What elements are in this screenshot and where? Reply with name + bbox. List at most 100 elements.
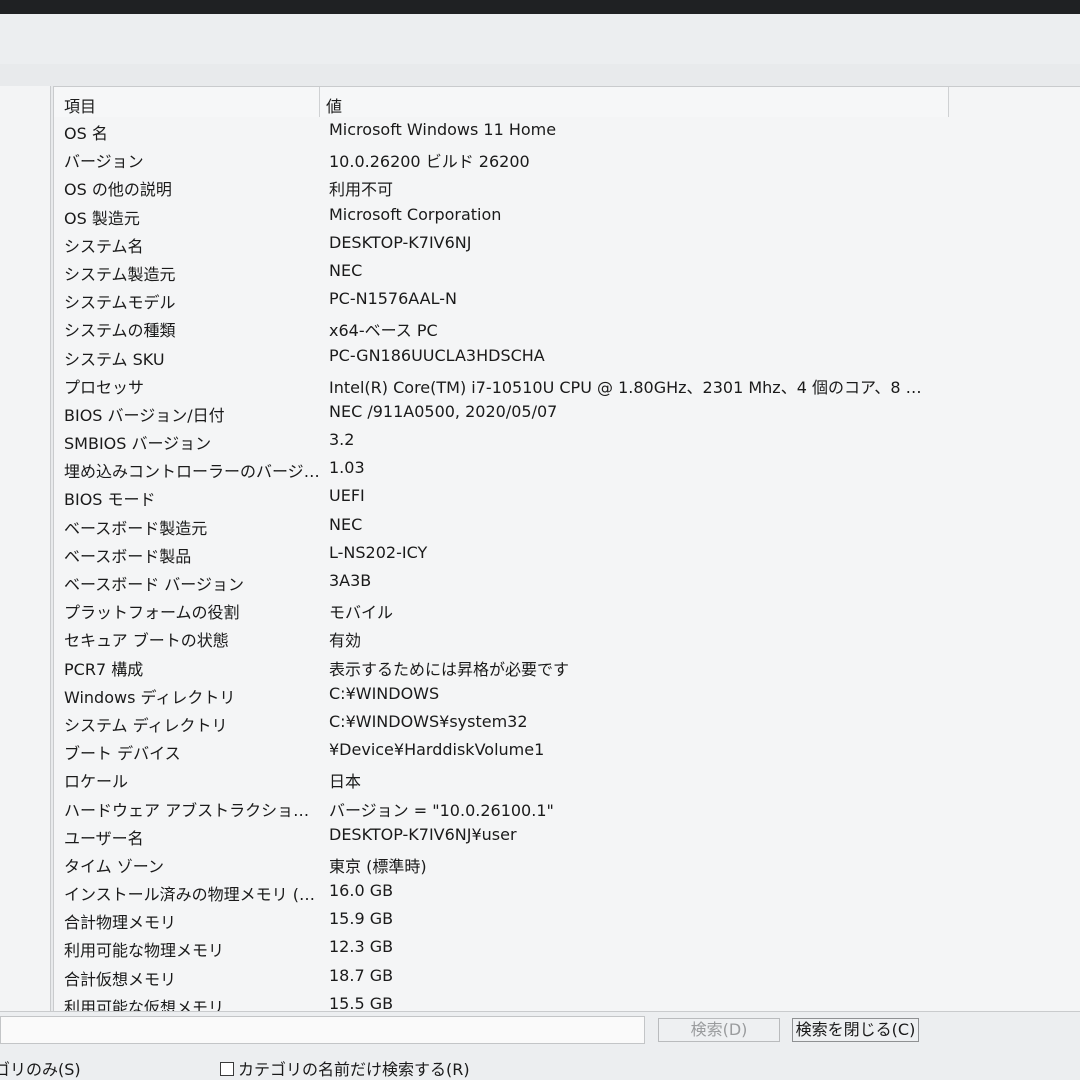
row-item-cell: 合計仮想メモリ <box>64 969 177 989</box>
row-item-cell: BIOS モード <box>64 490 156 510</box>
row-value-cell: 日本 <box>329 772 362 792</box>
column-header-row: 項目 値 <box>54 87 949 117</box>
category-names-only-option[interactable]: カテゴリの名前だけ検索する(R) <box>220 1056 470 1080</box>
close-search-button[interactable]: 検索を閉じる(C) <box>792 1018 919 1042</box>
table-row[interactable]: ユーザー名 DESKTOP-K7IV6NJ¥user <box>54 822 1054 850</box>
row-value-cell: L-NS202-ICY <box>329 542 428 562</box>
row-item-cell: システム名 <box>64 236 144 256</box>
table-row[interactable]: 合計物理メモリ 15.9 GB <box>54 906 1054 934</box>
table-row[interactable]: BIOS モード UEFI <box>54 483 1054 511</box>
table-row[interactable]: BIOS バージョン/日付 NEC /911A0500, 2020/05/07 <box>54 399 1054 427</box>
row-value-cell: モバイル <box>329 603 394 623</box>
table-row[interactable]: プラットフォームの役割 モバイル <box>54 596 1054 624</box>
row-item-cell: バージョン <box>64 152 144 172</box>
table-row[interactable]: ベースボード バージョン 3A3B <box>54 568 1054 596</box>
row-value-cell: バージョン = "10.0.26100.1" <box>329 800 554 820</box>
row-value-cell: 15.9 GB <box>329 909 394 929</box>
row-value-cell: 有効 <box>329 631 362 651</box>
row-value-cell: 表示するためには昇格が必要です <box>329 659 570 679</box>
search-bar: 検索(D) 検索を閉じる(C) ゴリのみ(S) カテゴリの名前だけ検索する(R) <box>0 1011 1080 1080</box>
table-row[interactable]: OS 名 Microsoft Windows 11 Home <box>54 117 1054 145</box>
row-value-cell: 1.03 <box>329 458 365 478</box>
row-item-cell: ユーザー名 <box>64 828 144 848</box>
row-value-cell: C:¥WINDOWS¥system32 <box>329 711 528 731</box>
row-value-cell: NEC <box>329 514 363 534</box>
row-item-cell: ロケール <box>64 772 129 792</box>
row-item-cell: システムモデル <box>64 293 176 313</box>
category-names-only-checkbox[interactable] <box>220 1062 234 1076</box>
row-value-cell: DESKTOP-K7IV6NJ <box>329 232 472 252</box>
row-item-cell: セキュア ブートの状態 <box>64 631 229 651</box>
table-row[interactable]: 埋め込みコントローラーのバージョン 1.03 <box>54 455 1054 483</box>
row-value-cell: PC-N1576AAL-N <box>329 289 457 309</box>
row-item-cell: ベースボード製造元 <box>64 518 208 538</box>
table-row[interactable]: セキュア ブートの状態 有効 <box>54 624 1054 652</box>
table-row[interactable]: システムモデル PC-N1576AAL-N <box>54 286 1054 314</box>
row-value-cell: 10.0.26200 ビルド 26200 <box>329 152 530 172</box>
row-item-cell: ブート デバイス <box>64 744 181 764</box>
table-row[interactable]: 利用可能な物理メモリ 12.3 GB <box>54 934 1054 962</box>
table-row[interactable]: バージョン 10.0.26200 ビルド 26200 <box>54 145 1054 173</box>
row-value-cell: 12.3 GB <box>329 937 394 957</box>
selected-category-only-label: ゴリのみ(S) <box>0 1060 81 1079</box>
row-item-cell: ハードウェア アブストラクション レイ... <box>64 800 322 820</box>
row-item-cell: OS の他の説明 <box>64 180 172 200</box>
system-summary-list[interactable]: 項目 値 OS 名 Microsoft Windows 11 Home バージョン 1… <box>53 86 1080 1012</box>
table-row[interactable]: システム名 DESKTOP-K7IV6NJ <box>54 230 1054 258</box>
table-body: OS 名 Microsoft Windows 11 Home バージョン 10.0.2… <box>54 117 1054 1012</box>
table-row[interactable]: システム ディレクトリ C:¥WINDOWS¥system32 <box>54 709 1054 737</box>
table-row[interactable]: OS 製造元 Microsoft Corporation <box>54 202 1054 230</box>
row-item-cell: 利用可能な物理メモリ <box>64 941 225 961</box>
table-row[interactable]: ハードウェア アブストラクション レイ... バージョン = "10.0.2610… <box>54 794 1054 822</box>
row-item-cell: プラットフォームの役割 <box>64 603 240 623</box>
table-row[interactable]: ベースボード製造元 NEC <box>54 512 1054 540</box>
table-row[interactable]: システム SKU PC-GN186UUCLA3HDSCHA <box>54 343 1054 371</box>
row-value-cell: C:¥WINDOWS <box>329 683 440 703</box>
row-item-cell: SMBIOS バージョン <box>64 434 212 454</box>
row-value-cell: 18.7 GB <box>329 965 394 985</box>
column-separator[interactable] <box>319 87 320 117</box>
search-button[interactable]: 検索(D) <box>658 1018 780 1042</box>
table-row[interactable]: ブート デバイス ¥Device¥HarddiskVolume1 <box>54 737 1054 765</box>
search-input[interactable] <box>0 1016 645 1044</box>
table-row[interactable]: システムの種類 x64-ベース PC <box>54 314 1054 342</box>
table-row[interactable]: 利用可能な仮想メモリ 15.5 GB <box>54 991 1054 1012</box>
column-separator[interactable] <box>948 87 949 117</box>
table-row[interactable]: ロケール 日本 <box>54 765 1054 793</box>
row-value-cell: PC-GN186UUCLA3HDSCHA <box>329 345 545 365</box>
category-tree-pane[interactable] <box>0 86 51 1011</box>
table-row[interactable]: SMBIOS バージョン 3.2 <box>54 427 1054 455</box>
table-row[interactable]: ベースボード製品 L-NS202-ICY <box>54 540 1054 568</box>
row-value-cell: x64-ベース PC <box>329 321 438 341</box>
row-value-cell: Microsoft Corporation <box>329 204 502 224</box>
table-row[interactable]: PCR7 構成 表示するためには昇格が必要です <box>54 653 1054 681</box>
table-row[interactable]: プロセッサ Intel(R) Core(TM) i7-10510U CPU @ 1… <box>54 371 1054 399</box>
row-value-cell: 利用不可 <box>329 180 394 200</box>
row-item-cell: インストール済みの物理メモリ (RA... <box>64 885 322 905</box>
row-value-cell: NEC <box>329 260 363 280</box>
system-information-window: 項目 値 OS 名 Microsoft Windows 11 Home バージョン 1… <box>0 14 1080 1080</box>
row-item-cell: OS 製造元 <box>64 208 140 228</box>
table-row[interactable]: システム製造元 NEC <box>54 258 1054 286</box>
row-item-cell: Windows ディレクトリ <box>64 687 236 707</box>
title-bar <box>0 14 1080 64</box>
table-row[interactable]: 合計仮想メモリ 18.7 GB <box>54 963 1054 991</box>
category-names-only-label: カテゴリの名前だけ検索する(R) <box>238 1060 470 1079</box>
table-row[interactable]: タイム ゾーン 東京 (標準時) <box>54 850 1054 878</box>
row-item-cell: OS 名 <box>64 124 108 143</box>
row-item-cell: システム製造元 <box>64 264 176 284</box>
column-header-item[interactable]: 項目 <box>64 93 96 117</box>
column-header-value[interactable]: 値 <box>326 93 342 117</box>
table-row[interactable]: インストール済みの物理メモリ (RA... 16.0 GB <box>54 878 1054 906</box>
row-item-cell: 合計物理メモリ <box>64 913 177 933</box>
row-value-cell: DESKTOP-K7IV6NJ¥user <box>329 824 517 844</box>
table-row[interactable]: OS の他の説明 利用不可 <box>54 173 1054 201</box>
row-item-cell: 利用可能な仮想メモリ <box>64 997 225 1012</box>
row-value-cell: 16.0 GB <box>329 881 394 901</box>
table-row[interactable]: Windows ディレクトリ C:¥WINDOWS <box>54 681 1054 709</box>
selected-category-only-option[interactable]: ゴリのみ(S) <box>0 1056 81 1080</box>
row-item-cell: PCR7 構成 <box>64 659 144 679</box>
row-value-cell: NEC /911A0500, 2020/05/07 <box>329 401 558 421</box>
row-value-cell: UEFI <box>329 486 365 506</box>
row-value-cell: ¥Device¥HarddiskVolume1 <box>329 740 545 760</box>
